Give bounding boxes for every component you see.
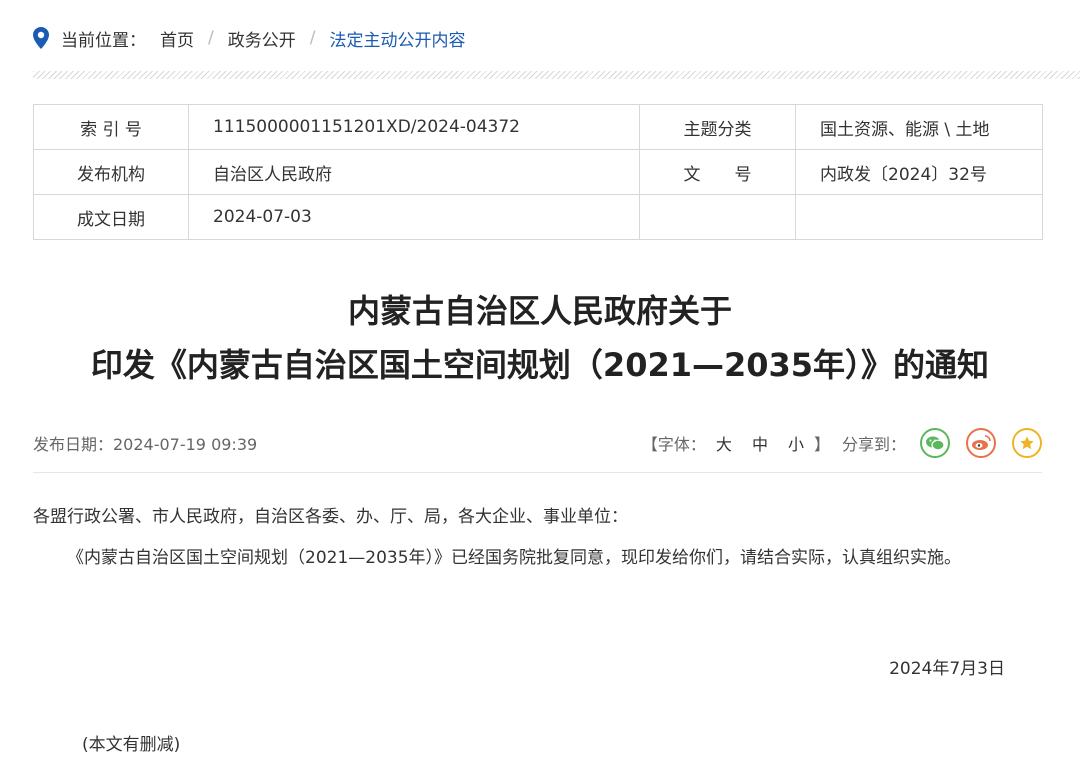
font-medium-button[interactable]: 中 [752, 431, 768, 455]
breadcrumb-home[interactable]: 首页 [160, 26, 194, 51]
breadcrumb: 当前位置： 首页 / 政务公开 / 法定主动公开内容 [33, 24, 465, 52]
breadcrumb-current[interactable]: 法定主动公开内容 [329, 26, 465, 51]
empty-cell [639, 194, 796, 240]
article-tools: 【字体： 大 中 小 】 分享到： [642, 428, 1042, 458]
sign-date: 2024年7月3日 [889, 659, 1005, 679]
location-pin-icon [33, 27, 49, 49]
index-value: 1115000001151201XD/2024-04372 [188, 104, 640, 150]
abridged-note: (本文有删减) [82, 735, 181, 755]
index-label: 索 引 号 [33, 104, 189, 150]
weibo-icon[interactable] [966, 428, 996, 458]
article-info-bar: 发布日期：2024-07-19 09:39 【字体： 大 中 小 】 分享到： [33, 425, 1042, 461]
publish-date: 发布日期：2024-07-19 09:39 [33, 435, 258, 454]
topic-value: 国土资源、能源 \ 土地 [795, 104, 1043, 150]
wechat-icon[interactable] [920, 428, 950, 458]
docno-label: 文 号 [639, 149, 796, 195]
share-label: 分享到： [841, 435, 906, 454]
document-meta-table: 索 引 号 1115000001151201XD/2024-04372 主题分类… [33, 104, 1043, 240]
date-value: 2024-07-03 [188, 194, 640, 240]
meta-row: 索 引 号 1115000001151201XD/2024-04372 主题分类… [33, 104, 1043, 150]
empty-cell [795, 194, 1043, 240]
font-size-end: 】 [813, 435, 830, 454]
date-label: 成文日期 [33, 194, 189, 240]
meta-row: 成文日期 2024-07-03 [33, 194, 1043, 240]
font-small-button[interactable]: 小 [788, 431, 804, 455]
body-paragraph: 《内蒙古自治区国土空间规划（2021—2035年）》已经国务院批复同意，现印发给… [67, 548, 962, 568]
font-large-button[interactable]: 大 [716, 431, 732, 455]
article-title: 内蒙古自治区人民政府关于 印发《内蒙古自治区国土空间规划（2021—2035年）… [0, 286, 1080, 393]
salutation: 各盟行政公署、市人民政府，自治区各委、办、厅、局，各大企业、事业单位： [33, 507, 628, 527]
breadcrumb-label: 当前位置： [61, 30, 146, 51]
title-line-1: 内蒙古自治区人民政府关于 [347, 292, 732, 330]
org-label: 发布机构 [33, 149, 189, 195]
divider [33, 472, 1042, 473]
org-value: 自治区人民政府 [188, 149, 640, 195]
font-size-label: 【字体： [641, 435, 706, 454]
title-line-2: 印发《内蒙古自治区国土空间规划（2021—2035年）》的通知 [90, 346, 990, 384]
topic-label: 主题分类 [639, 104, 796, 150]
breadcrumb-gov-open[interactable]: 政务公开 [228, 26, 296, 51]
breadcrumb-separator: / [208, 28, 214, 48]
meta-row: 发布机构 自治区人民政府 文 号 内政发〔2024〕32号 [33, 149, 1043, 195]
hatch-divider [33, 71, 1080, 79]
star-icon[interactable] [1012, 428, 1042, 458]
docno-value: 内政发〔2024〕32号 [795, 149, 1043, 195]
breadcrumb-separator: / [309, 28, 316, 48]
